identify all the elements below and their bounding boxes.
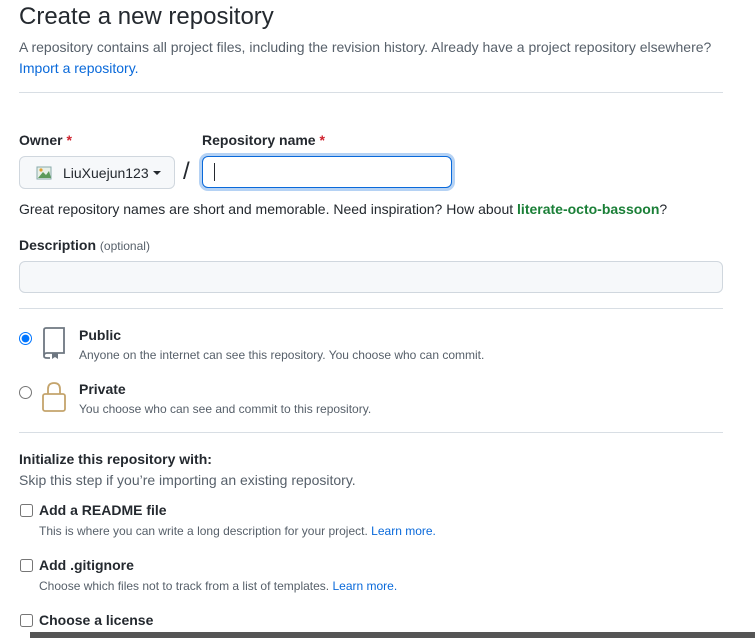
avatar-icon — [35, 163, 55, 183]
suggested-name[interactable]: literate-octo-bassoon — [517, 201, 659, 217]
text-cursor — [214, 163, 215, 181]
horizontal-scrollbar[interactable] — [0, 632, 755, 638]
divider — [19, 308, 723, 309]
name-hint-suffix: ? — [659, 201, 668, 217]
import-repository-link[interactable]: Import a repository. — [19, 60, 139, 76]
owner-label-text: Owner — [19, 132, 63, 148]
private-title: Private — [79, 381, 126, 397]
readme-note: This is where you can write a long descr… — [39, 524, 436, 538]
divider — [19, 432, 723, 433]
optional-tag: (optional) — [99, 239, 150, 253]
name-hint: Great repository names are short and mem… — [19, 201, 667, 217]
initialize-title: Initialize this repository with: — [19, 451, 212, 467]
required-mark: * — [319, 132, 325, 148]
scrollbar-track — [30, 632, 755, 638]
scrollbar-thumb[interactable] — [0, 632, 30, 638]
required-mark: * — [66, 132, 72, 148]
readme-checkbox[interactable] — [20, 504, 33, 517]
repo-name-label-text: Repository name — [202, 132, 316, 148]
repo-name-input[interactable] — [202, 156, 452, 188]
name-hint-text: Great repository names are short and mem… — [19, 201, 518, 217]
subtitle-text: A repository contains all project files,… — [19, 39, 712, 55]
license-label: Choose a license — [39, 612, 154, 628]
readme-label: Add a README file — [39, 502, 167, 518]
gitignore-note-text: Choose which files not to track from a l… — [39, 579, 330, 593]
gitignore-learn-more-link[interactable]: Learn more. — [332, 579, 397, 593]
repo-icon — [43, 327, 65, 359]
public-title: Public — [79, 327, 122, 343]
owner-label: Owner * — [19, 132, 72, 148]
private-note: You choose who can see and commit to thi… — [79, 402, 372, 416]
readme-note-text: This is where you can write a long descr… — [39, 524, 368, 538]
page-subtitle: A repository contains all project files,… — [19, 37, 723, 79]
public-radio[interactable] — [19, 332, 32, 345]
gitignore-label: Add .gitignore — [39, 557, 134, 573]
description-label: Description (optional) — [19, 237, 150, 253]
page-title: Create a new repository — [19, 3, 274, 30]
chevron-down-icon — [152, 170, 161, 175]
gitignore-checkbox[interactable] — [20, 559, 33, 572]
repo-name-label: Repository name * — [202, 132, 325, 148]
initialize-subtitle: Skip this step if you’re importing an ex… — [19, 472, 356, 488]
readme-learn-more-link[interactable]: Learn more. — [371, 524, 436, 538]
private-radio[interactable] — [19, 386, 32, 399]
owner-repo-separator: / — [183, 158, 190, 185]
description-input[interactable] — [19, 261, 723, 293]
license-checkbox[interactable] — [20, 614, 33, 627]
divider — [19, 92, 723, 93]
gitignore-note: Choose which files not to track from a l… — [39, 579, 397, 593]
description-label-text: Description — [19, 237, 97, 253]
public-note: Anyone on the internet can see this repo… — [79, 348, 485, 362]
owner-value: LiuXuejun123 — [63, 164, 149, 181]
owner-dropdown[interactable]: LiuXuejun123 — [19, 156, 175, 189]
lock-icon — [42, 382, 66, 412]
